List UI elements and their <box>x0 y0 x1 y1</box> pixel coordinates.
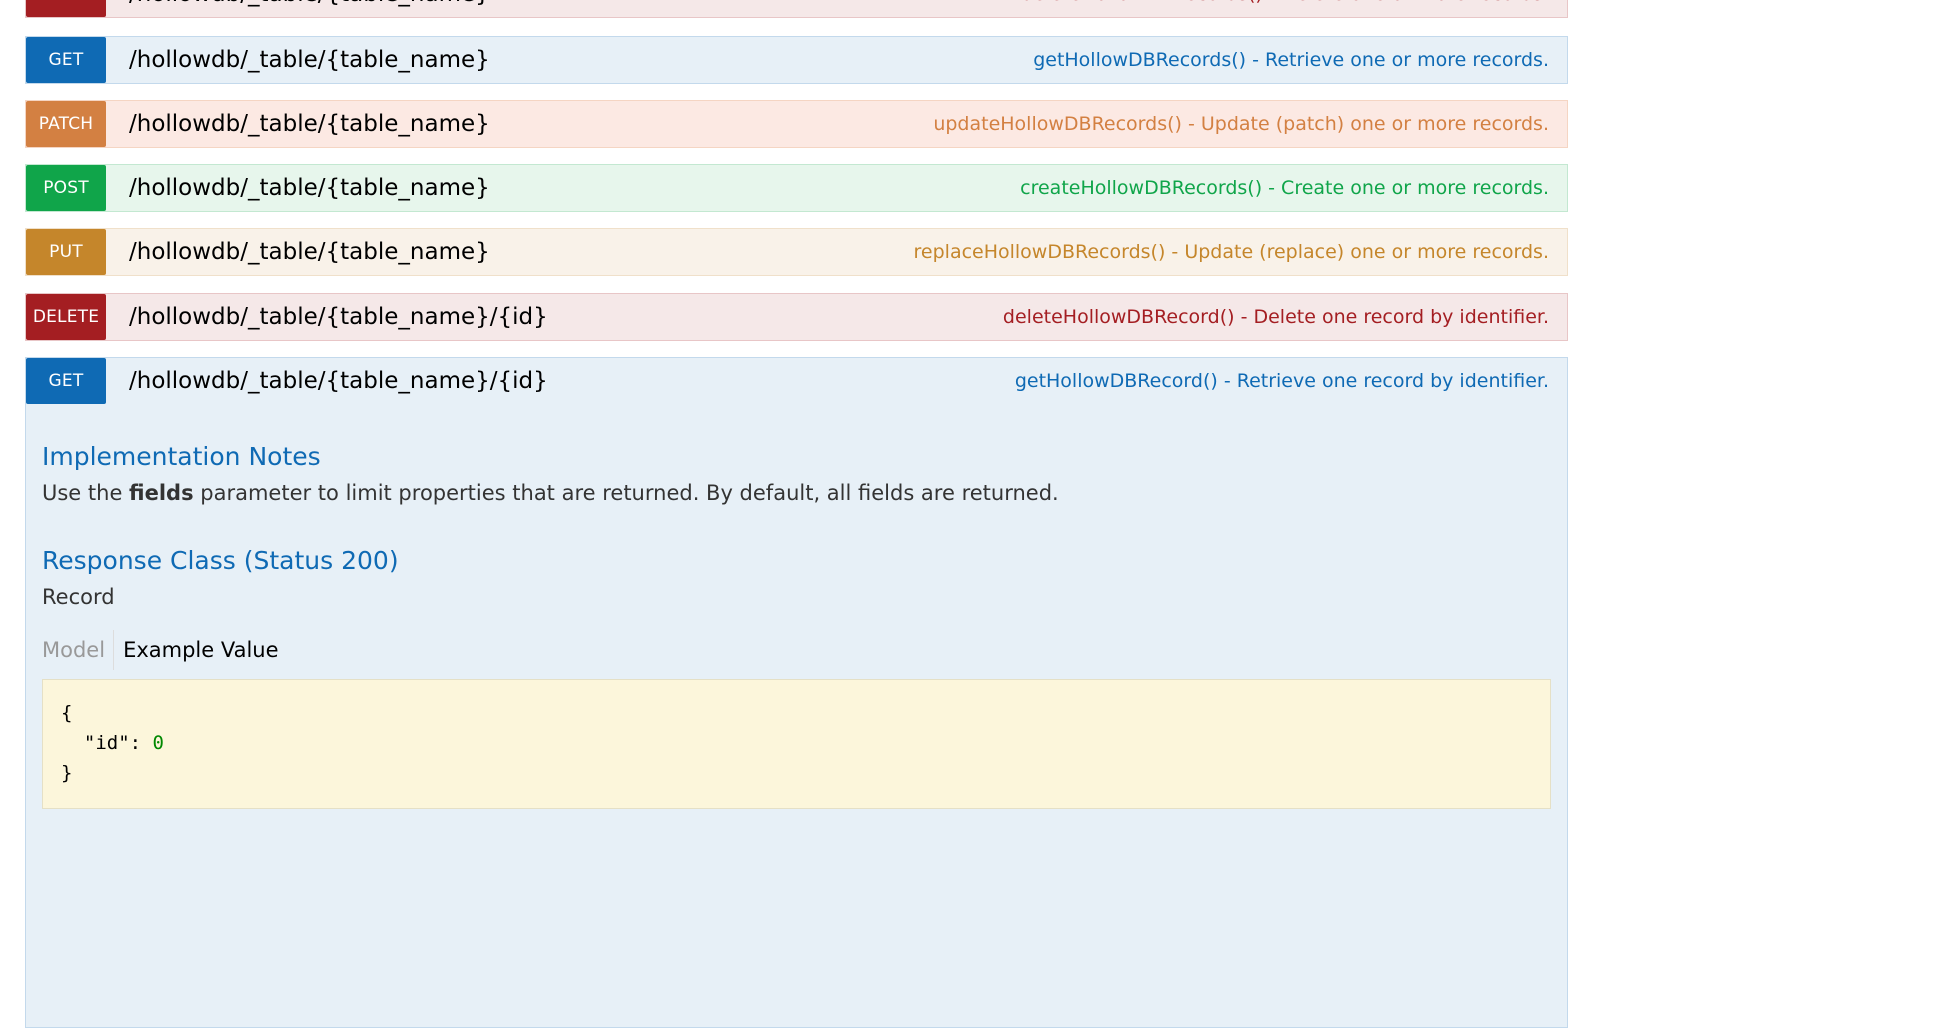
code-value: 0 <box>152 732 164 754</box>
operation-path[interactable]: /hollowdb/_table/{table_name} <box>129 101 490 147</box>
method-badge[interactable]: GET <box>26 358 106 404</box>
operation-patch-records[interactable]: PATCH /hollowdb/_table/{table_name} upda… <box>25 100 1568 148</box>
method-badge[interactable]: POST <box>26 165 106 211</box>
operation-details-panel: Implementation Notes Use the fields para… <box>25 404 1568 1028</box>
operation-summary[interactable]: getHollowDBRecords() - Retrieve one or m… <box>1033 37 1549 83</box>
implementation-notes-text: Use the fields parameter to limit proper… <box>42 481 1059 505</box>
notes-text-suffix: parameter to limit properties that are r… <box>193 481 1059 505</box>
operation-get-records[interactable]: GET /hollowdb/_table/{table_name} getHol… <box>25 36 1568 84</box>
operation-summary[interactable]: deleteHollowDBRecords() - Delete one or … <box>1021 0 1549 17</box>
notes-text-prefix: Use the <box>42 481 130 505</box>
response-class-heading: Response Class (Status 200) <box>42 546 399 575</box>
notes-text-bold: fields <box>129 481 194 505</box>
operation-summary[interactable]: deleteHollowDBRecord() - Delete one reco… <box>1003 294 1549 340</box>
operation-delete-records[interactable]: DELETE /hollowdb/_table/{table_name} del… <box>25 0 1568 18</box>
operation-summary[interactable]: getHollowDBRecord() - Retrieve one recor… <box>1015 358 1549 404</box>
tab-example-value[interactable]: Example Value <box>114 638 278 662</box>
operation-get-record[interactable]: GET /hollowdb/_table/{table_name}/{id} g… <box>25 357 1568 405</box>
example-value-code[interactable]: { "id": 0 } <box>42 679 1551 809</box>
operation-summary[interactable]: createHollowDBRecords() - Create one or … <box>1020 165 1549 211</box>
operation-path[interactable]: /hollowdb/_table/{table_name}/{id} <box>129 294 548 340</box>
operation-put-records[interactable]: PUT /hollowdb/_table/{table_name} replac… <box>25 228 1568 276</box>
operation-path[interactable]: /hollowdb/_table/{table_name}/{id} <box>129 358 548 404</box>
method-badge[interactable]: GET <box>26 37 106 83</box>
implementation-notes-heading: Implementation Notes <box>42 442 321 471</box>
operation-summary[interactable]: updateHollowDBRecords() - Update (patch)… <box>933 101 1549 147</box>
code-key: "id": <box>61 732 153 754</box>
operation-path[interactable]: /hollowdb/_table/{table_name} <box>129 165 490 211</box>
operation-delete-record[interactable]: DELETE /hollowdb/_table/{table_name}/{id… <box>25 293 1568 341</box>
tab-model[interactable]: Model <box>42 638 113 662</box>
operation-path[interactable]: /hollowdb/_table/{table_name} <box>129 229 490 275</box>
response-class-name: Record <box>42 585 115 609</box>
method-badge[interactable]: DELETE <box>26 294 106 340</box>
method-badge[interactable]: PUT <box>26 229 106 275</box>
method-badge[interactable]: PATCH <box>26 101 106 147</box>
code-line-close: } <box>61 762 73 784</box>
signature-tabs: Model Example Value <box>42 630 279 670</box>
method-badge[interactable]: DELETE <box>26 0 106 17</box>
code-line-open: { <box>61 702 73 724</box>
code-line-id: "id": 0 <box>61 728 1532 758</box>
operation-summary[interactable]: replaceHollowDBRecords() - Update (repla… <box>914 229 1549 275</box>
operation-path[interactable]: /hollowdb/_table/{table_name} <box>129 37 490 83</box>
operation-path[interactable]: /hollowdb/_table/{table_name} <box>129 0 490 17</box>
operation-post-records[interactable]: POST /hollowdb/_table/{table_name} creat… <box>25 164 1568 212</box>
